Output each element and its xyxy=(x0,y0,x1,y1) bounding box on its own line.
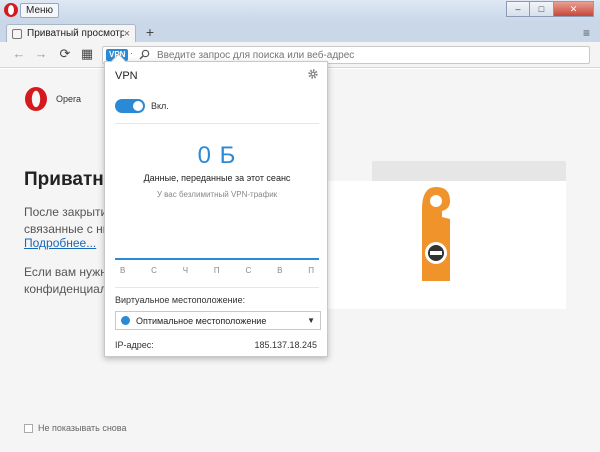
divider xyxy=(115,123,319,124)
private-tab-icon xyxy=(12,28,22,39)
description-line: конфиденциаль xyxy=(24,282,108,296)
opera-logo-text: Opera xyxy=(56,94,82,104)
close-window-button[interactable]: ✕ xyxy=(554,1,594,17)
back-icon[interactable]: ← xyxy=(12,47,26,61)
toggle-knob xyxy=(133,101,143,111)
forward-icon[interactable]: → xyxy=(34,47,48,61)
description-line: Если вам нужно xyxy=(24,265,108,279)
day-label: П xyxy=(308,266,314,275)
gear-icon[interactable] xyxy=(307,68,319,80)
data-caption: Данные, переданные за этот сеанс xyxy=(143,173,291,183)
dont-show-checkbox[interactable] xyxy=(24,423,33,433)
traffic-chart-baseline xyxy=(115,258,319,260)
location-dropdown[interactable]: Оптимальное местоположение ▼ xyxy=(115,311,321,330)
opera-logo-icon[interactable] xyxy=(4,3,18,17)
divider xyxy=(115,287,319,288)
vpn-popup: VPN Вкл. 0 Б Данные, переданные за этот … xyxy=(104,61,328,357)
chevron-down-icon: ▼ xyxy=(307,316,315,325)
learn-more-link[interactable]: Подробнее... xyxy=(24,236,108,250)
data-subcaption: У вас безлимитный VPN-трафик xyxy=(156,190,278,199)
address-input[interactable] xyxy=(157,48,577,62)
address-separator: · xyxy=(130,48,133,58)
day-label: В xyxy=(120,266,126,275)
search-icon xyxy=(139,49,150,60)
location-value: Оптимальное местоположение xyxy=(136,315,267,326)
day-labels: В С Ч П С В П xyxy=(115,266,319,275)
menu-button[interactable]: Меню xyxy=(20,3,60,18)
opera-logo-icon xyxy=(25,87,47,111)
dont-show-again[interactable]: Не показывать снова xyxy=(24,423,126,433)
tab-strip: Приватный просмотр × + ≡ xyxy=(0,22,600,42)
private-illustration xyxy=(320,161,566,309)
title-bar: Меню – □ ✕ xyxy=(0,0,600,22)
location-label: Виртуальное местоположение: xyxy=(115,295,246,305)
vpn-toggle[interactable] xyxy=(115,99,145,113)
data-amount: 0 Б xyxy=(197,142,237,169)
ip-value: 185.137.18.245 xyxy=(254,340,317,350)
toggle-label: Вкл. xyxy=(151,101,169,111)
tab-private-browsing[interactable]: Приватный просмотр × xyxy=(6,24,136,42)
day-label: В xyxy=(277,266,283,275)
reload-icon[interactable]: ⟳ xyxy=(58,47,72,61)
speed-dial-icon[interactable]: ▦ xyxy=(80,47,94,61)
tab-title: Приватный просмотр xyxy=(27,28,124,39)
description-line: После закрытия xyxy=(24,205,108,219)
folder-tab xyxy=(372,161,566,181)
page-title: Приватный просмотр xyxy=(24,169,108,190)
tab-close-icon[interactable]: × xyxy=(124,28,130,40)
window-controls: – □ ✕ xyxy=(506,1,594,17)
do-not-disturb-hanger-icon xyxy=(422,187,450,281)
day-label: П xyxy=(213,266,220,275)
location-icon xyxy=(121,316,130,325)
popup-title: VPN xyxy=(115,70,138,82)
day-label: С xyxy=(151,266,157,275)
tab-menu-icon[interactable]: ≡ xyxy=(583,26,590,40)
ip-label: IP-адрес: xyxy=(115,340,154,350)
day-label: Ч xyxy=(182,266,189,275)
maximize-button[interactable]: □ xyxy=(530,1,554,17)
minimize-button[interactable]: – xyxy=(506,1,530,17)
dont-show-label: Не показывать снова xyxy=(38,423,127,433)
new-tab-button[interactable]: + xyxy=(142,24,158,40)
day-label: С xyxy=(245,266,252,275)
